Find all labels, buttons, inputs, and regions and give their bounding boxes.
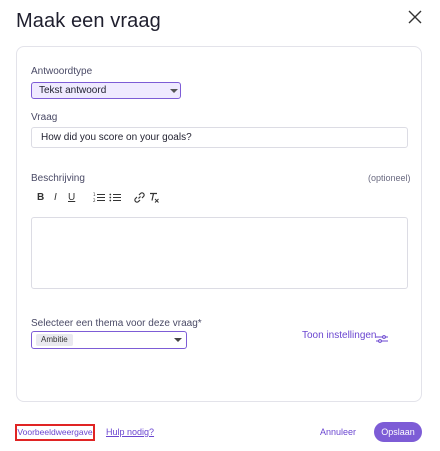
sliders-icon[interactable] [376, 331, 388, 343]
theme-chip: Ambitie [36, 334, 73, 346]
question-value: How did you score on your goals? [41, 132, 192, 143]
bold-button[interactable]: B [37, 191, 44, 205]
theme-label: Selecteer een thema voor deze vraag* [31, 318, 202, 329]
optional-label: (optioneel) [368, 173, 411, 183]
description-label: Beschrijving [31, 173, 85, 184]
dialog-title: Maak een vraag [16, 10, 161, 32]
ordered-list-icon[interactable]: 12 [93, 192, 105, 208]
close-icon[interactable] [406, 8, 424, 26]
question-input[interactable]: How did you score on your goals? [31, 127, 408, 148]
show-settings-link[interactable]: Toon instellingen [302, 330, 377, 341]
cancel-button[interactable]: Annuleer [320, 427, 356, 437]
help-link[interactable]: Hulp nodig? [106, 427, 154, 437]
save-button[interactable]: Opslaan [374, 422, 422, 442]
preview-button[interactable]: Voorbeeldweergave [15, 424, 95, 441]
theme-select[interactable]: Ambitie [31, 331, 187, 349]
underline-button[interactable]: U [68, 191, 75, 205]
answer-type-select[interactable]: Tekst antwoord [31, 82, 181, 99]
svg-text:1: 1 [93, 192, 96, 197]
italic-button[interactable]: I [54, 191, 57, 205]
question-form-card: Antwoordtype Tekst antwoord Vraag How di… [16, 46, 422, 402]
description-editor[interactable] [31, 217, 408, 289]
question-label: Vraag [31, 112, 58, 123]
link-icon[interactable] [134, 192, 145, 208]
chevron-down-icon [174, 338, 182, 342]
chevron-down-icon [170, 89, 178, 93]
clear-format-icon[interactable] [149, 192, 160, 208]
bullet-list-icon[interactable] [109, 192, 121, 208]
answer-type-label: Antwoordtype [31, 66, 93, 77]
svg-text:2: 2 [93, 198, 96, 203]
answer-type-value: Tekst antwoord [39, 85, 107, 96]
